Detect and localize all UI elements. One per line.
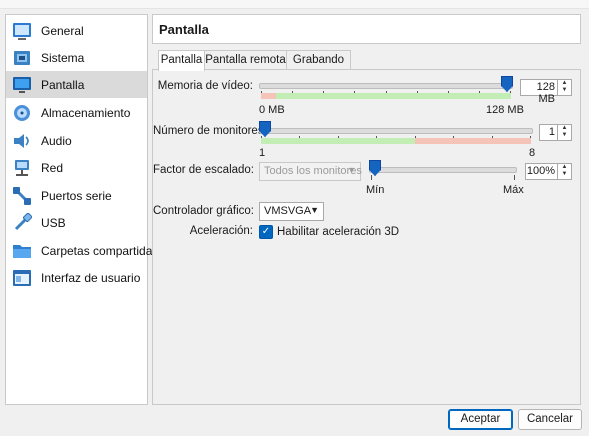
system-icon (14, 51, 30, 65)
storage-icon (14, 105, 30, 121)
video-memory-max-label: 128 MB (486, 104, 524, 116)
monitor-count-zones (261, 138, 531, 144)
zone-ok (276, 93, 511, 99)
spin-arrows-icon[interactable]: ▲ ▼ (557, 164, 571, 179)
sidebar-item-network[interactable]: Red (6, 154, 147, 181)
scale-factor-label: Factor de escalado: (153, 164, 255, 176)
display-icon (13, 77, 31, 93)
video-memory-min-label: 0 MB (259, 104, 285, 116)
graphics-controller-value: VMSVGA (264, 205, 312, 217)
chevron-down-icon: ▼ (347, 165, 356, 175)
spin-arrows-icon[interactable]: ▲ ▼ (557, 125, 571, 140)
enable-3d-acceleration-label[interactable]: Habilitar aceleración 3D (277, 226, 399, 238)
sidebar-item-user-interface[interactable]: Interfaz de usuario (6, 264, 147, 291)
scale-factor-slider[interactable] (369, 167, 517, 173)
sidebar-item-label: Carpetas compartidas (41, 244, 159, 258)
tab-display[interactable]: Pantalla (158, 50, 205, 71)
video-memory-label: Memoria de vídeo: (157, 80, 253, 92)
graphics-controller-label: Controlador gráfico: (153, 205, 254, 217)
scale-factor-max-label: Máx (503, 184, 524, 196)
monitor-scope-combobox[interactable]: Todos los monitores ▼ (259, 162, 362, 181)
monitor-count-spinbox[interactable]: 1 ▲ ▼ (539, 124, 572, 141)
network-icon (15, 160, 29, 176)
scale-factor-value: 100% (526, 165, 555, 177)
accept-button[interactable]: Aceptar (448, 409, 513, 430)
serial-ports-icon (13, 187, 31, 205)
page-header: Pantalla (152, 14, 581, 44)
shared-folders-icon (13, 245, 31, 258)
sidebar-item-serial-ports[interactable]: Puertos serie (6, 182, 147, 209)
video-memory-value: 128 MB (536, 81, 555, 105)
general-icon (13, 23, 31, 40)
scale-factor-spinbox[interactable]: 100% ▲ ▼ (525, 163, 572, 180)
sidebar-item-label: Red (41, 161, 64, 175)
settings-sidebar: General Sistema Pantalla Almacenamiento … (5, 14, 158, 405)
tab-recording[interactable]: Grabando (286, 50, 351, 69)
sidebar-item-label: Pantalla (41, 78, 85, 92)
settings-window: General Sistema Pantalla Almacenamiento … (0, 0, 589, 436)
sidebar-item-label: Interfaz de usuario (41, 271, 141, 285)
sidebar-item-label: Audio (41, 134, 72, 148)
zone-warn (261, 93, 276, 99)
monitor-count-label: Número de monitores: (153, 125, 267, 137)
tab-content: Memoria de vídeo: 128 MB ▲ ▼ 0 MB 128 MB … (152, 69, 581, 405)
sidebar-item-general[interactable]: General (6, 17, 147, 44)
user-interface-icon (13, 270, 31, 286)
scale-factor-min-label: Mín (366, 184, 385, 196)
monitor-count-min-label: 1 (259, 147, 266, 159)
monitor-count-slider[interactable] (259, 128, 533, 134)
usb-icon (14, 213, 32, 231)
sidebar-item-storage[interactable]: Almacenamiento (6, 99, 147, 126)
chevron-down-icon: ▼ (310, 205, 319, 215)
scale-factor-thumb[interactable] (369, 160, 381, 176)
monitor-count-value: 1 (548, 126, 555, 138)
acceleration-label: Aceleración: (189, 225, 253, 237)
page-title: Pantalla (159, 22, 209, 37)
tab-remote-display[interactable]: Pantalla remota (204, 50, 287, 69)
video-memory-slider[interactable] (259, 83, 513, 89)
sidebar-item-label: Almacenamiento (41, 106, 131, 120)
audio-icon (14, 134, 29, 148)
sidebar-item-shared-folders[interactable]: Carpetas compartidas (6, 237, 158, 264)
monitor-count-max-label: 8 (529, 147, 536, 159)
video-memory-spinbox[interactable]: 128 MB ▲ ▼ (520, 79, 572, 105)
sidebar-item-label: Sistema (41, 51, 85, 65)
slider-tick (371, 175, 372, 180)
zone-ok (261, 138, 415, 144)
sidebar-item-audio[interactable]: Audio (6, 127, 147, 154)
scale-factor-ticks (371, 175, 515, 180)
slider-tick (514, 175, 515, 180)
sidebar-item-usb[interactable]: USB (6, 209, 147, 236)
sidebar-item-display[interactable]: Pantalla (6, 71, 147, 98)
graphics-controller-combobox[interactable]: VMSVGA ▼ (259, 202, 324, 221)
sidebar-item-label: USB (41, 216, 66, 230)
spin-arrows-icon[interactable]: ▲ ▼ (557, 80, 571, 95)
checkmark-icon: ✓ (261, 226, 271, 237)
enable-3d-acceleration-checkbox[interactable]: ✓ (259, 225, 273, 239)
video-memory-thumb[interactable] (501, 76, 513, 92)
window-top-edge (0, 0, 589, 9)
sidebar-item-label: General (41, 24, 84, 38)
zone-warn (414, 138, 531, 144)
cancel-button[interactable]: Cancelar (518, 409, 582, 430)
sidebar-item-label: Puertos serie (41, 189, 112, 203)
video-memory-zones (261, 93, 511, 99)
sidebar-item-system[interactable]: Sistema (6, 44, 147, 71)
